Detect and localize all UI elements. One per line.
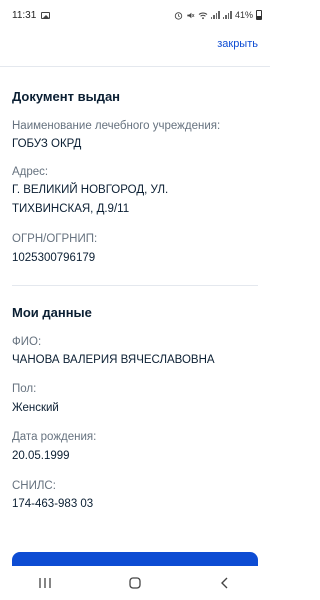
signal-icon [210,11,220,19]
birth-date-label: Дата рождения: [12,431,97,443]
section-divider [12,285,258,286]
home-button[interactable] [115,571,155,595]
birth-date-value: 20.05.1999 [12,450,70,462]
system-nav-bar [0,566,270,600]
battery-icon [256,10,262,20]
address-value: Г. ВЕЛИКИЙ НОВГОРОД, УЛ. ТИХВИНСКАЯ, Д.9… [12,184,169,215]
header-divider [0,66,270,67]
ogrn-value: 1025300796179 [12,252,96,264]
section-title-my-data: Мои данные [12,305,92,320]
mute-icon [187,12,195,18]
battery-percent: 41% [234,10,253,20]
status-left: 11:31 [12,9,51,21]
snils-value: 174-463-983 03 [12,498,94,510]
sex-label: Пол: [12,383,37,395]
fio-label: ФИО: [12,336,42,348]
address-label: Адрес: [12,166,49,178]
snils-label: СНИЛС: [12,480,56,492]
institution-label: Наименование лечебного учреждения: [12,120,221,132]
home-icon [129,577,141,589]
alarm-icon [174,11,183,20]
status-bar: 11:31 41% [0,0,270,30]
close-button[interactable]: закрыть [217,38,258,50]
top-header: закрыть [0,30,270,66]
section-title-document-issued: Документ выдан [12,89,121,104]
signal-icon-2 [222,11,232,19]
ogrn-label: ОГРН/ОГРНИП: [12,233,98,245]
status-time: 11:31 [12,9,37,21]
back-button[interactable] [205,571,245,595]
recent-apps-button[interactable] [25,571,65,595]
fio-value: ЧАНОВА ВАЛЕРИЯ ВЯЧЕСЛАВОВНА [12,354,215,366]
back-icon [221,577,228,589]
gallery-notification-icon [41,11,51,19]
recent-apps-icon [39,578,51,588]
wifi-icon [198,12,208,19]
sex-value: Женский [12,402,59,414]
status-right: 41% [174,10,262,20]
institution-value: ГОБУЗ ОКРД [12,138,82,150]
